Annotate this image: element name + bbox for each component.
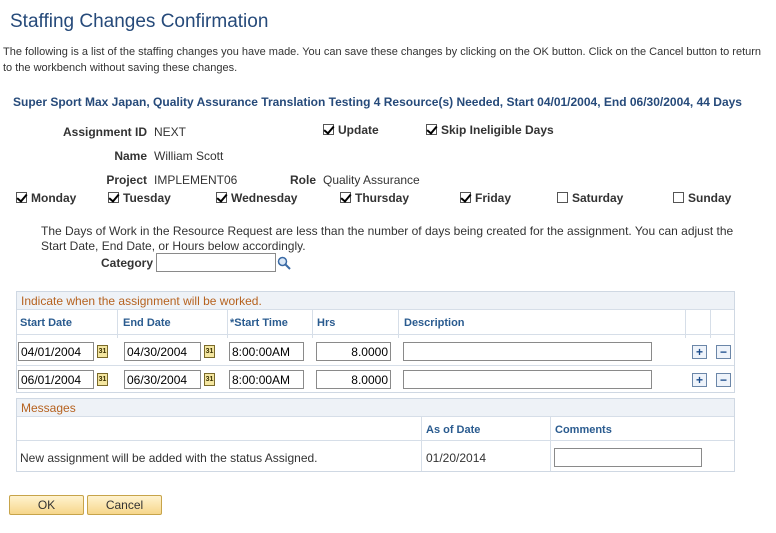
schedule-grid-title: Indicate when the assignment will be wor… — [17, 292, 734, 310]
col-divider — [710, 310, 711, 338]
col-comments[interactable]: Comments — [555, 424, 612, 436]
thursday-label: Thursday — [355, 191, 410, 205]
day-saturday[interactable]: Saturday — [557, 191, 623, 205]
sunday-label: Sunday — [688, 191, 732, 205]
name-label: Name — [114, 149, 147, 163]
day-thursday[interactable]: Thursday — [340, 191, 409, 205]
project-value: IMPLEMENT06 — [154, 173, 238, 187]
request-header: Super Sport Max Japan, Quality Assurance… — [13, 95, 742, 109]
search-icon[interactable] — [277, 256, 291, 270]
message-text: New assignment will be added with the st… — [20, 451, 318, 465]
saturday-label: Saturday — [572, 191, 624, 205]
description-input[interactable] — [403, 370, 652, 389]
skip-ineligible-label: Skip Ineligible Days — [441, 123, 554, 137]
col-divider — [550, 416, 551, 471]
start-date-input[interactable] — [18, 342, 94, 361]
project-label: Project — [106, 173, 147, 187]
intro-text: The following is a list of the staffing … — [3, 46, 762, 74]
delete-row-icon[interactable]: − — [716, 345, 731, 359]
tuesday-label: Tuesday — [123, 191, 171, 205]
day-wednesday[interactable]: Wednesday — [216, 191, 297, 205]
hours-input[interactable] — [316, 342, 391, 361]
update-checkbox-row[interactable]: Update — [323, 123, 379, 137]
assignment-id-value: NEXT — [154, 125, 187, 139]
schedule-header-divider — [17, 334, 734, 335]
add-row-icon[interactable]: + — [692, 373, 707, 387]
day-tuesday[interactable]: Tuesday — [108, 191, 171, 205]
col-as-of-date[interactable]: As of Date — [426, 424, 480, 436]
start-time-input[interactable] — [229, 370, 304, 389]
day-friday[interactable]: Friday — [460, 191, 511, 205]
skip-ineligible-row[interactable]: Skip Ineligible Days — [426, 123, 554, 137]
saturday-checkbox[interactable] — [557, 192, 568, 203]
start-date-input[interactable] — [18, 370, 94, 389]
col-divider — [312, 310, 313, 338]
start-time-input[interactable] — [229, 342, 304, 361]
calendar-icon[interactable]: 31 — [204, 373, 215, 386]
end-date-input[interactable] — [124, 370, 201, 389]
update-checkbox[interactable] — [323, 124, 334, 135]
col-start-time[interactable]: *Start Time — [230, 317, 288, 329]
friday-checkbox[interactable] — [460, 192, 471, 203]
monday-label: Monday — [31, 191, 77, 205]
wednesday-checkbox[interactable] — [216, 192, 227, 203]
col-description[interactable]: Description — [404, 317, 465, 329]
update-label: Update — [338, 123, 379, 137]
day-monday[interactable]: Monday — [16, 191, 76, 205]
ok-button[interactable]: OK — [9, 495, 84, 515]
page-title: Staffing Changes Confirmation — [10, 11, 269, 32]
messages-grid-title: Messages — [17, 399, 734, 417]
days-warning-note: The Days of Work in the Resource Request… — [41, 224, 734, 253]
role-label: Role — [289, 173, 316, 187]
comments-input[interactable] — [554, 448, 702, 467]
day-sunday[interactable]: Sunday — [673, 191, 731, 205]
assignment-id-label: Assignment ID — [62, 125, 147, 139]
col-end-date[interactable]: End Date — [123, 317, 171, 329]
message-as-of-date: 01/20/2014 — [426, 451, 487, 465]
friday-label: Friday — [475, 191, 512, 205]
calendar-icon[interactable]: 31 — [97, 345, 108, 358]
messages-header-divider — [17, 440, 734, 441]
col-divider — [398, 310, 399, 338]
col-hrs[interactable]: Hrs — [317, 317, 335, 329]
sunday-checkbox[interactable] — [673, 192, 684, 203]
name-value: William Scott — [154, 149, 224, 163]
add-row-icon[interactable]: + — [692, 345, 707, 359]
category-label: Category — [100, 256, 153, 270]
delete-row-icon[interactable]: − — [716, 373, 731, 387]
end-date-input[interactable] — [124, 342, 201, 361]
skip-ineligible-checkbox[interactable] — [426, 124, 437, 135]
calendar-icon[interactable]: 31 — [204, 345, 215, 358]
cancel-button[interactable]: Cancel — [87, 495, 162, 515]
hours-input[interactable] — [316, 370, 391, 389]
description-input[interactable] — [403, 342, 652, 361]
col-divider — [117, 310, 118, 338]
role-value: Quality Assurance — [323, 173, 420, 187]
col-start-date[interactable]: Start Date — [20, 317, 72, 329]
col-divider — [421, 416, 422, 471]
monday-checkbox[interactable] — [16, 192, 27, 203]
category-input[interactable] — [156, 253, 276, 272]
row-divider — [17, 365, 734, 366]
wednesday-label: Wednesday — [231, 191, 298, 205]
col-divider — [685, 310, 686, 338]
tuesday-checkbox[interactable] — [108, 192, 119, 203]
calendar-icon[interactable]: 31 — [97, 373, 108, 386]
col-divider — [227, 310, 228, 338]
thursday-checkbox[interactable] — [340, 192, 351, 203]
